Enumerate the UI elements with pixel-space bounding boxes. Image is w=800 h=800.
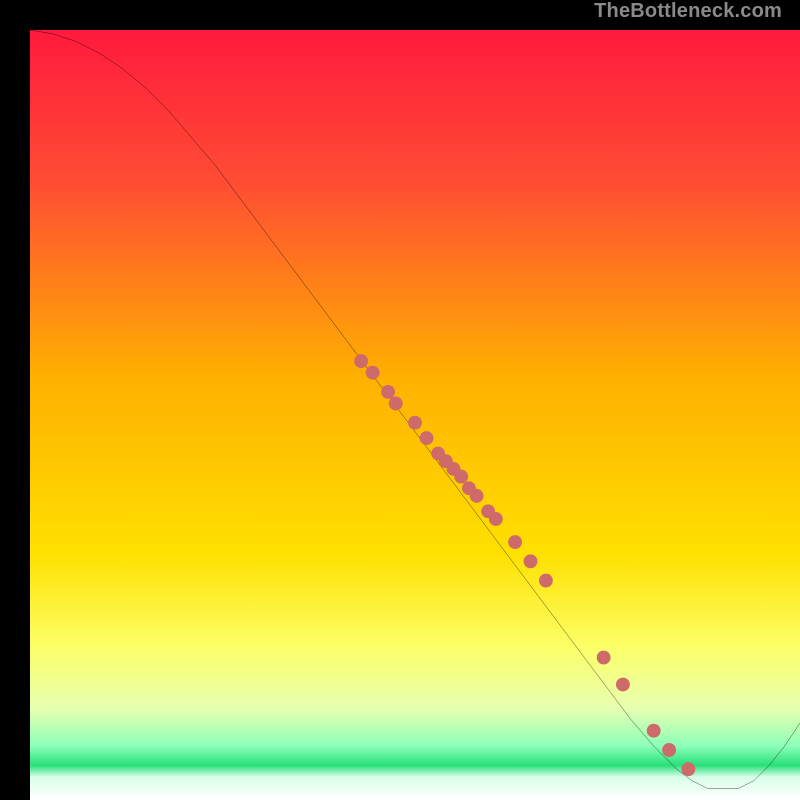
data-dot — [420, 431, 434, 445]
data-dot — [539, 574, 553, 588]
watermark-text: TheBottleneck.com — [594, 0, 782, 23]
data-dot — [389, 397, 403, 411]
data-dot — [647, 724, 661, 738]
data-dot — [508, 535, 522, 549]
data-dot — [354, 354, 368, 368]
data-dot — [366, 366, 380, 380]
data-dot — [662, 743, 676, 757]
data-dot — [408, 416, 422, 430]
gradient-background — [30, 30, 800, 800]
data-dot — [381, 385, 395, 399]
bottleneck-chart — [30, 30, 800, 800]
data-dot — [524, 554, 538, 568]
data-dot — [597, 651, 611, 665]
data-dot — [470, 489, 484, 503]
data-dot — [681, 762, 695, 776]
data-dot — [489, 512, 503, 526]
data-dot — [454, 470, 468, 484]
chart-frame — [15, 15, 785, 785]
data-dot — [616, 678, 630, 692]
